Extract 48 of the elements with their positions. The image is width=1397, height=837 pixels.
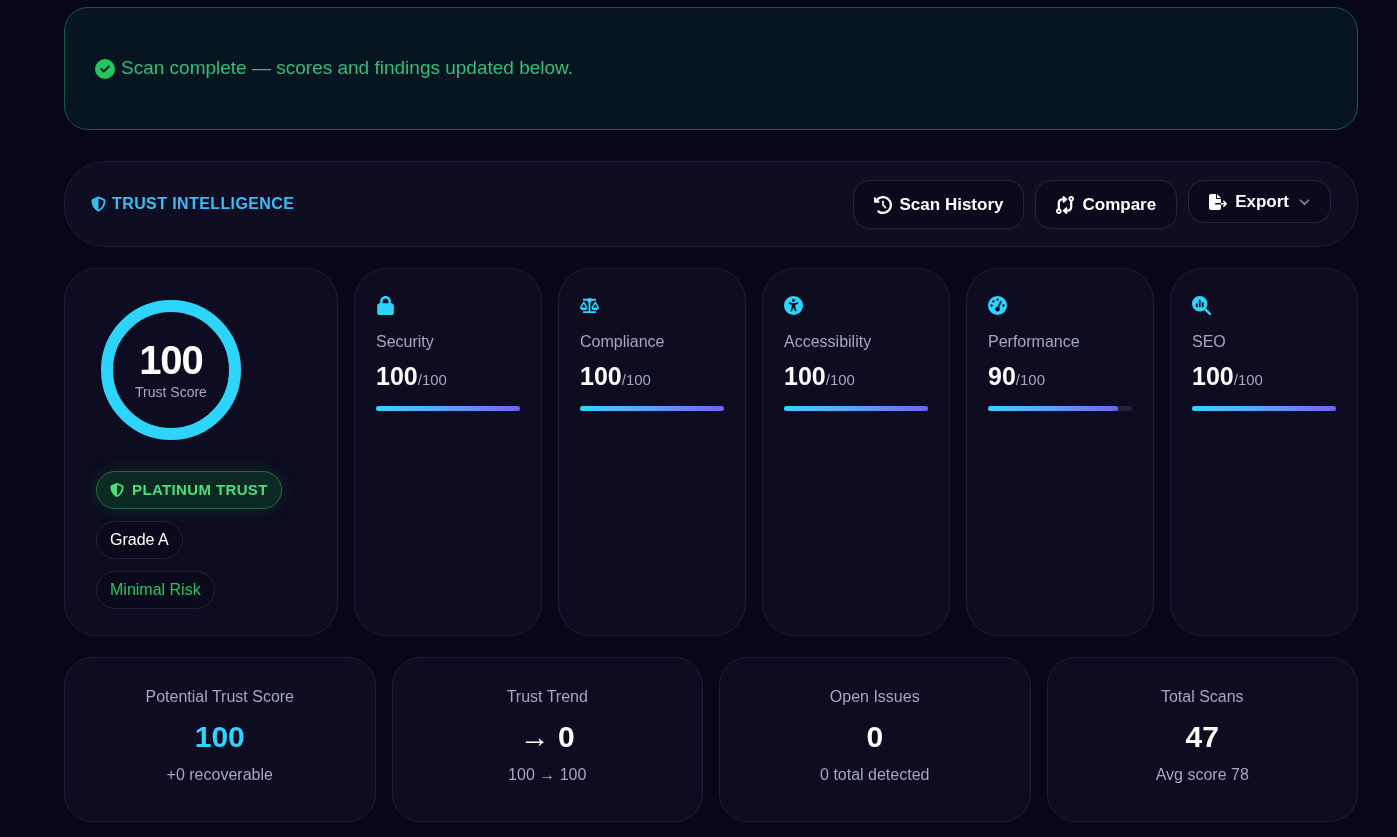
- category-name: Performance: [988, 332, 1080, 352]
- stat-value: → 0: [519, 719, 575, 755]
- gauge-icon: [988, 295, 1007, 315]
- accessibility-icon: [784, 295, 803, 315]
- trust-score-label: Trust Score: [135, 382, 207, 402]
- search-chart-icon: [1192, 295, 1211, 315]
- shield-icon: [91, 196, 106, 212]
- scale-icon: [580, 295, 599, 315]
- action-button[interactable]: Compare: [1035, 180, 1178, 229]
- stat-value: 0: [866, 719, 884, 755]
- category-score: 100: [580, 361, 622, 391]
- file-export-icon: [1209, 192, 1228, 211]
- stat-note: +0 recoverable: [166, 765, 273, 785]
- banner-message: Scan complete — scores and findings updated below.: [121, 56, 574, 81]
- stat-label: Potential Trust Score: [145, 687, 294, 707]
- stat-label: Trust Trend: [506, 687, 588, 707]
- stat-note: 100 → 100: [508, 765, 587, 785]
- stat-note: 0 total detected: [820, 765, 930, 785]
- category-max: /100: [621, 371, 651, 390]
- category-name: SEO: [1192, 332, 1226, 352]
- category-max: /100: [1233, 371, 1263, 390]
- compare-arrows-icon: [1056, 195, 1075, 214]
- category-score: 100: [376, 361, 418, 391]
- trust-score-value: 100: [139, 337, 203, 382]
- history-icon: [873, 195, 892, 214]
- stat-note: Avg score 78: [1155, 765, 1249, 785]
- category-score: 100: [784, 361, 826, 391]
- badge-label: PLATINUM TRUST: [132, 479, 268, 500]
- stat-label: Total Scans: [1160, 687, 1244, 707]
- action-button[interactable]: Export: [1188, 180, 1331, 223]
- category-name: Accessibility: [784, 332, 872, 352]
- category-max: /100: [417, 371, 447, 390]
- category-max: /100: [825, 371, 855, 390]
- action-button[interactable]: Scan History: [852, 180, 1025, 229]
- shield-icon: [110, 483, 124, 497]
- category-name: Security: [376, 332, 434, 352]
- badge-label: Grade A: [110, 530, 169, 550]
- stat-value: 100: [194, 719, 245, 755]
- badge-label: Minimal Risk: [110, 580, 201, 600]
- stat-label: Open Issues: [829, 687, 920, 707]
- stat-value: 47: [1185, 719, 1219, 755]
- lock-icon: [376, 295, 395, 315]
- category-score: 90: [988, 361, 1016, 391]
- chevron-down-icon: [1299, 196, 1310, 207]
- category-max: /100: [1015, 371, 1045, 390]
- category-name: Compliance: [580, 332, 665, 352]
- section-title: TRUST INTELLIGENCE: [112, 194, 295, 214]
- category-score: 100: [1192, 361, 1234, 391]
